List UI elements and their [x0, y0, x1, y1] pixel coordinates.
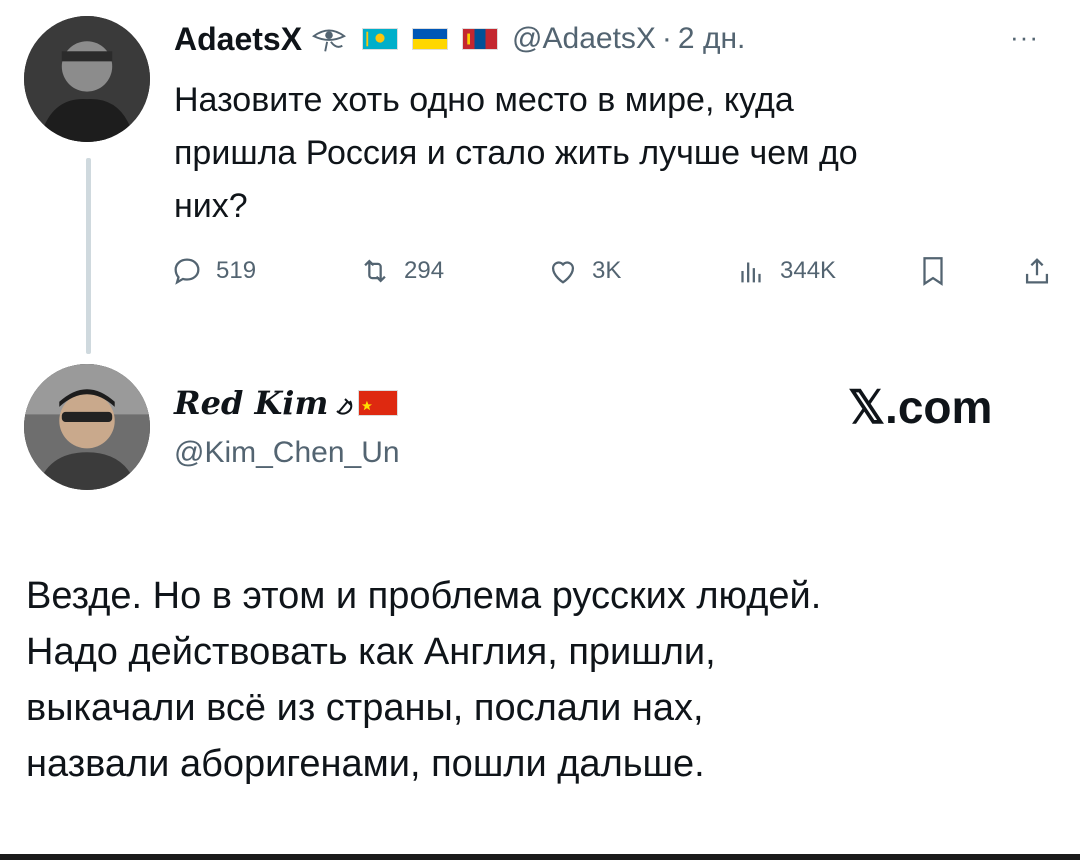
tweet-header: AdaetsX @AdaetsX · 2 дн. — [174, 14, 745, 64]
reply-text: Везде. Но в этом и проблема русских люде… — [26, 568, 1066, 792]
heart-icon — [551, 261, 575, 284]
reply-icon — [174, 258, 200, 285]
bookmark-icon — [923, 257, 943, 286]
tweet-time[interactable]: 2 дн. — [678, 22, 745, 56]
flag-ukraine-icon — [412, 28, 449, 50]
reply-author-avatar[interactable] — [24, 364, 150, 490]
reply-text-line: назвали аборигенами, пошли дальше. — [26, 743, 705, 785]
tweet-text-line: пришла Россия и стало жить лучше чем до — [174, 134, 858, 172]
repost-icon — [364, 259, 386, 283]
repost-button[interactable]: 294 — [358, 248, 444, 294]
like-button[interactable]: 3K — [546, 248, 621, 294]
reply-text-line: Надо действовать как Англия, пришли, — [26, 631, 716, 673]
tweet-text: Назовите хоть одно место в мире, куда пр… — [174, 74, 1054, 233]
author-name[interactable]: AdaetsX — [174, 21, 302, 58]
author-avatar[interactable] — [24, 16, 150, 142]
reply-author-handle[interactable]: @Kim_Chen_Un — [174, 436, 400, 470]
share-button[interactable] — [1020, 248, 1066, 294]
tweet-text-line: Назовите хоть одно место в мире, куда — [174, 81, 794, 119]
separator-dot: · — [661, 22, 672, 55]
reply-count: 519 — [216, 257, 257, 284]
tweet-text-line: них? — [174, 187, 248, 225]
reply-text-line: Везде. Но в этом и проблема русских люде… — [26, 575, 822, 617]
more-options-button[interactable]: ··· — [1010, 22, 1039, 53]
views-chart-icon — [741, 262, 761, 283]
reply-button[interactable]: 519 — [170, 248, 256, 294]
flag-kazakhstan-icon — [362, 28, 399, 50]
eye-of-horus-icon — [310, 24, 348, 54]
views-count: 344K — [780, 257, 837, 284]
share-icon — [1025, 258, 1049, 284]
views-button[interactable]: 344K — [734, 248, 836, 294]
thread-connector-line — [86, 158, 91, 354]
reply-text-line: выкачали всё из страны, послали нах, — [26, 687, 704, 729]
repost-count: 294 — [404, 257, 445, 284]
reply-author-name[interactable]: Red Kim — [174, 384, 328, 422]
flag-mongolia-icon — [462, 28, 499, 50]
tweet-actions: 519 294 3K 344K — [170, 248, 1060, 294]
reply-author-name-row: Red Kim — [174, 384, 399, 422]
author-handle[interactable]: @AdaetsX — [512, 22, 656, 56]
x-com-watermark: 𝕏.com — [848, 381, 993, 433]
flag-china-icon — [358, 390, 399, 416]
bottom-divider — [0, 854, 1080, 860]
bookmark-button[interactable] — [916, 248, 962, 294]
hammer-sickle-icon — [332, 390, 356, 416]
like-count: 3K — [592, 257, 622, 284]
